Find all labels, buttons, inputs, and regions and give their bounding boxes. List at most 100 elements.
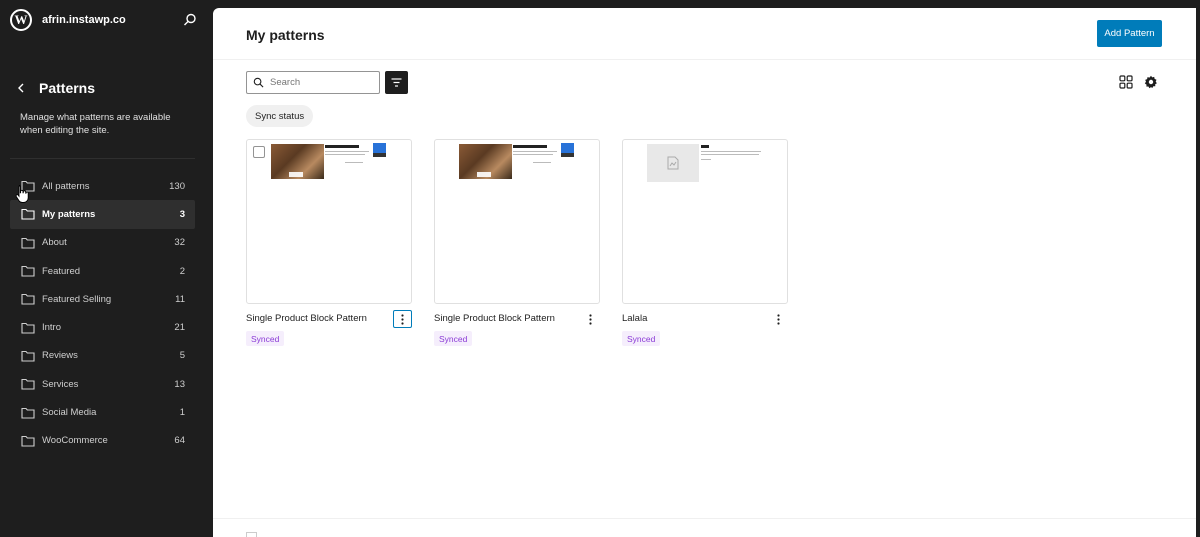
sidebar-item-count: 32 [174,237,185,249]
sidebar-item-social-media[interactable]: Social Media 1 [10,398,195,426]
sidebar-item-my-patterns[interactable]: My patterns 3 [10,200,195,229]
sidebar-item-label: All patterns [42,180,90,192]
page-title: My patterns [246,27,325,43]
sidebar-item-label: My patterns [42,208,96,220]
sidebar-item-label: Social Media [42,407,97,419]
pattern-preview[interactable] [434,139,600,304]
more-vertical-icon [401,313,404,325]
image-placeholder-icon [667,156,679,170]
folder-icon [21,350,35,362]
folder-icon [21,322,35,334]
preview-badge [561,153,574,157]
sidebar-divider [10,158,195,159]
page-header: My patterns Add Pattern [213,8,1196,60]
sidebar-item-label: Featured Selling [42,293,112,305]
pattern-title[interactable]: Lalala [622,313,647,324]
search-icon [253,77,264,88]
site-hub: W afrin.instawp.co [10,8,202,32]
pattern-title[interactable]: Single Product Block Pattern [246,313,367,324]
preview-line [701,145,709,148]
sidebar-header: Patterns [14,79,95,97]
preview-line [325,145,359,148]
folder-icon [21,265,35,277]
wordpress-logo-icon[interactable]: W [10,9,32,31]
sidebar-item-reviews[interactable]: Reviews 5 [10,342,195,370]
pattern-card: Lalala Synced [622,139,788,346]
pattern-category-nav: All patterns 130 My patterns 3 About 32 … [10,172,195,455]
sidebar-item-services[interactable]: Services 13 [10,370,195,398]
sidebar-title: Patterns [39,80,96,96]
preview-line [345,162,363,163]
sidebar-description: Manage what patterns are available when … [20,112,171,136]
synced-badge: Synced [246,331,285,346]
sidebar-item-count: 1 [179,407,185,419]
main-panel: My patterns Add Pattern Sync status [213,8,1196,537]
sidebar-item-featured[interactable]: Featured 2 [10,257,195,285]
sidebar-item-count: 3 [179,208,185,220]
synced-badge: Synced [622,331,661,346]
pattern-title[interactable]: Single Product Block Pattern [434,313,555,324]
site-name[interactable]: afrin.instawp.co [42,14,126,26]
preview-line [701,159,711,160]
more-actions-button[interactable] [581,310,600,328]
preview-image [459,144,512,179]
footer-divider [213,518,1196,519]
pattern-card: Single Product Block Pattern Synced [246,139,412,346]
sidebar-item-woocommerce[interactable]: WooCommerce 64 [10,427,195,455]
preview-line [513,145,547,148]
hand-cursor-icon [15,185,29,203]
sidebar-item-count: 130 [169,180,185,192]
synced-badge: Synced [434,331,473,346]
search-input[interactable] [270,77,370,88]
preview-line [513,151,557,152]
select-checkbox[interactable] [253,146,265,158]
folder-icon [21,407,35,419]
sidebar-item-label: Intro [42,322,62,334]
preview-line [325,151,369,152]
more-vertical-icon [589,313,592,325]
sidebar-item-count: 11 [175,293,185,305]
preview-badge [373,143,386,153]
more-actions-button[interactable] [393,310,412,328]
folder-icon [21,209,35,220]
sidebar-item-label: About [42,237,67,249]
sidebar-item-about[interactable]: About 32 [10,229,195,257]
preview-image [271,144,324,179]
sidebar-item-featured-selling[interactable]: Featured Selling 11 [10,285,195,313]
folder-icon [21,237,35,249]
gear-icon[interactable] [1144,75,1158,89]
chevron-left-icon[interactable] [14,79,28,97]
preview-badge [373,153,386,157]
sidebar-item-count: 13 [174,378,185,390]
preview-line [701,154,759,155]
folder-icon [21,435,35,447]
preview-line [513,154,553,155]
sidebar-item-count: 64 [174,435,185,447]
sidebar-item-all-patterns[interactable]: All patterns 130 [10,172,195,200]
folder-icon [21,294,35,305]
sidebar-item-label: Services [42,378,79,390]
pattern-card: Single Product Block Pattern Synced [434,139,600,346]
search-icon[interactable] [182,12,198,28]
preview-line [701,151,761,152]
more-actions-button[interactable] [769,310,788,328]
preview-line [533,162,551,163]
more-vertical-icon [777,313,780,325]
sidebar: W afrin.instawp.co Patterns Manage what … [0,0,212,537]
pattern-preview[interactable] [622,139,788,304]
preview-line [325,154,365,155]
sidebar-item-count: 21 [174,322,185,334]
add-pattern-button[interactable]: Add Pattern [1097,20,1162,47]
sidebar-item-count: 2 [179,265,185,277]
sidebar-item-count: 5 [179,350,185,362]
search-field[interactable] [246,71,380,94]
filter-icon [391,78,402,87]
filter-button[interactable] [385,71,408,94]
select-all-checkbox[interactable] [246,532,257,537]
sidebar-item-intro[interactable]: Intro 21 [10,313,195,341]
grid-view-icon[interactable] [1119,75,1133,89]
sync-status-filter[interactable]: Sync status [246,105,314,127]
preview-badge [561,143,574,153]
folder-icon [21,379,35,390]
pattern-preview[interactable] [246,139,412,304]
